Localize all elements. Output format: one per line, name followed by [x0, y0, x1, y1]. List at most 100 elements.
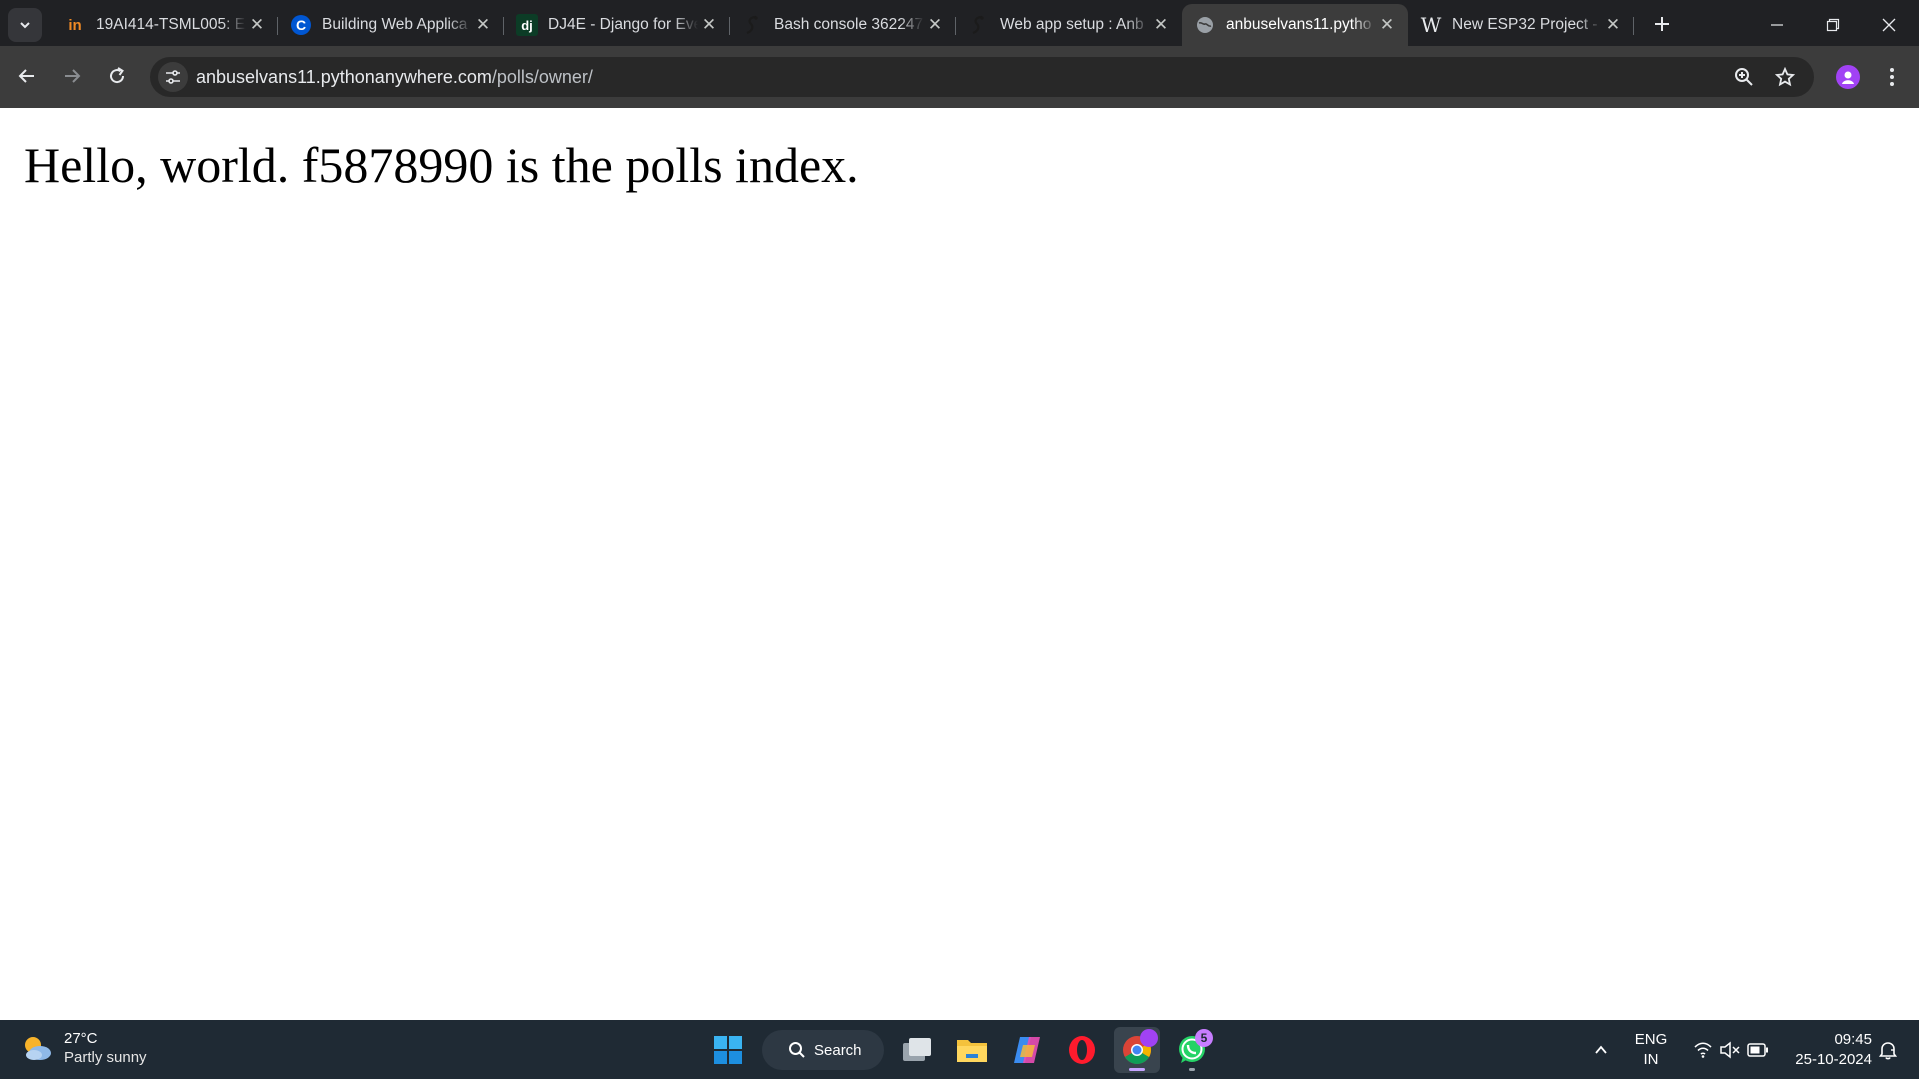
close-window-button[interactable] — [1861, 0, 1917, 50]
reload-icon — [110, 67, 125, 84]
tab-separator — [1633, 17, 1634, 35]
tab-title: anbuselvans11.pytho — [1226, 16, 1376, 34]
battery-icon — [1747, 1042, 1768, 1057]
file-explorer-button[interactable] — [949, 1027, 995, 1073]
active-app-indicator — [1129, 1068, 1145, 1071]
tab-title: New ESP32 Project - — [1452, 16, 1602, 34]
minimize-icon — [1771, 24, 1783, 26]
page-content: Hello, world. f5878990 is the polls inde… — [0, 108, 1919, 1020]
clock-time: 09:45 — [1834, 1030, 1872, 1048]
zoom-in-icon — [1735, 68, 1753, 86]
tab-building-web-applications[interactable]: C Building Web Applica ✕ — [278, 4, 504, 46]
search-label: Search — [814, 1041, 862, 1059]
tune-icon — [166, 70, 180, 84]
restore-icon — [1826, 18, 1840, 32]
tab-new-esp32-project[interactable]: W New ESP32 Project - ✕ — [1408, 4, 1634, 46]
copilot-button[interactable] — [1004, 1027, 1050, 1073]
close-icon[interactable]: ✕ — [698, 15, 720, 35]
restore-button[interactable] — [1805, 0, 1861, 50]
plus-icon — [1655, 17, 1669, 31]
profile-avatar[interactable] — [1836, 65, 1860, 89]
globe-icon — [1194, 14, 1216, 36]
site-info-button[interactable] — [158, 62, 188, 92]
more-vert-icon — [1890, 68, 1894, 86]
browser-menu-button[interactable] — [1880, 61, 1904, 93]
arrow-right-icon — [65, 69, 81, 83]
search-icon — [789, 1042, 805, 1058]
speaker-muted-icon — [1720, 1040, 1740, 1059]
python-snake-icon — [742, 14, 764, 36]
notification-badge: 5 — [1195, 1029, 1213, 1047]
whatsapp-button[interactable]: 5 — [1169, 1027, 1215, 1073]
partly-sunny-icon — [25, 1037, 51, 1060]
url-text[interactable]: anbuselvans11.pythonanywhere.com/polls/o… — [196, 67, 593, 88]
wokwi-icon: W — [1420, 13, 1442, 37]
close-icon[interactable]: ✕ — [1150, 15, 1172, 35]
tab-title: Building Web Applica — [322, 16, 472, 34]
start-button[interactable] — [705, 1027, 751, 1073]
clock-area[interactable]: 09:45 25-10-2024 — [1780, 1020, 1872, 1079]
clock-date: 25-10-2024 — [1795, 1050, 1872, 1068]
close-icon[interactable]: ✕ — [1602, 15, 1624, 35]
tab-list: in 19AI414-TSML005: Ex ✕ C Building Web … — [52, 4, 1634, 50]
tab-strip: in 19AI414-TSML005: Ex ✕ C Building Web … — [0, 0, 1919, 50]
tab-19ai414[interactable]: in 19AI414-TSML005: Ex ✕ — [52, 4, 278, 46]
tab-dj4e[interactable]: dj DJ4E - Django for Eve ✕ — [504, 4, 730, 46]
taskbar-search[interactable]: Search — [762, 1030, 884, 1070]
notification-bell-icon — [1878, 1041, 1898, 1059]
close-icon[interactable]: ✕ — [1376, 15, 1398, 35]
notification-center-button[interactable] — [1872, 1020, 1904, 1079]
close-icon[interactable]: ✕ — [924, 15, 946, 35]
running-app-indicator — [1189, 1068, 1195, 1071]
tab-title: 19AI414-TSML005: Ex — [96, 16, 246, 34]
language-code: ENG — [1634, 1030, 1668, 1048]
star-icon — [1775, 67, 1795, 87]
windows-taskbar: 27°C Partly sunny Search 5 ENG IN 09:45 … — [0, 1020, 1919, 1079]
reload-button[interactable] — [99, 58, 135, 94]
in-icon: in — [68, 16, 82, 34]
back-button[interactable] — [9, 58, 45, 94]
arrow-left-icon — [18, 69, 34, 83]
weather-condition: Partly sunny — [64, 1049, 147, 1066]
chevron-up-icon — [1595, 1045, 1607, 1054]
bookmark-button[interactable] — [1771, 63, 1799, 91]
url-host: anbuselvans11.pythonanywhere.com — [196, 67, 492, 87]
system-status-area[interactable] — [1686, 1020, 1776, 1079]
tab-search-button[interactable] — [8, 8, 42, 42]
python-snake-icon — [968, 14, 990, 36]
chrome-profile-badge-icon — [1140, 1029, 1158, 1047]
forward-button[interactable] — [54, 58, 90, 94]
wifi-icon — [1694, 1041, 1712, 1058]
language-indicator[interactable]: ENG IN — [1626, 1020, 1676, 1079]
close-icon[interactable]: ✕ — [472, 15, 494, 35]
tab-title: DJ4E - Django for Eve — [548, 16, 698, 34]
tab-anbuselvans11-active[interactable]: anbuselvans11.pytho ✕ — [1182, 4, 1408, 46]
folder-icon — [957, 1040, 987, 1062]
zoom-button[interactable] — [1730, 63, 1758, 91]
address-bar[interactable]: anbuselvans11.pythonanywhere.com/polls/o… — [150, 57, 1814, 97]
tab-bash-console[interactable]: Bash console 362247 ✕ — [730, 4, 956, 46]
close-icon[interactable]: ✕ — [246, 15, 268, 35]
tab-title: Bash console 362247 — [774, 16, 924, 34]
opera-button[interactable] — [1059, 1027, 1105, 1073]
show-hidden-icons-button[interactable] — [1586, 1020, 1616, 1079]
url-path: /polls/owner/ — [491, 67, 593, 87]
windows-logo-icon — [714, 1036, 742, 1064]
tab-web-app-setup[interactable]: Web app setup : Anb ✕ — [956, 4, 1182, 46]
task-view-icon — [903, 1038, 931, 1061]
incognito-avatar-icon — [1842, 71, 1854, 84]
coursera-letter: C — [296, 17, 306, 33]
opera-icon — [1069, 1036, 1095, 1064]
minimize-button[interactable] — [1749, 0, 1805, 50]
weather-temp: 27°C — [64, 1030, 98, 1047]
weather-widget[interactable]: 27°C Partly sunny — [20, 1029, 147, 1067]
chrome-button[interactable] — [1114, 1027, 1160, 1073]
new-tab-button[interactable] — [1648, 10, 1676, 38]
coursera-icon: C — [290, 14, 312, 36]
tab-title: Web app setup : Anb — [1000, 16, 1150, 34]
task-view-button[interactable] — [894, 1027, 940, 1073]
region-code: IN — [1643, 1050, 1659, 1068]
copilot-icon — [1014, 1037, 1040, 1063]
page-heading: Hello, world. f5878990 is the polls inde… — [24, 137, 859, 193]
close-icon — [1882, 18, 1896, 32]
